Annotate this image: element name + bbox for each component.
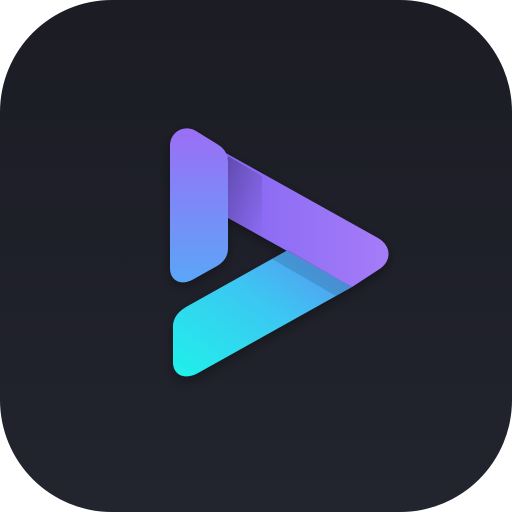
play-logo-icon [0,0,512,512]
play-stem [170,128,228,283]
icon-background [0,0,512,512]
app-icon[interactable] [0,0,512,512]
